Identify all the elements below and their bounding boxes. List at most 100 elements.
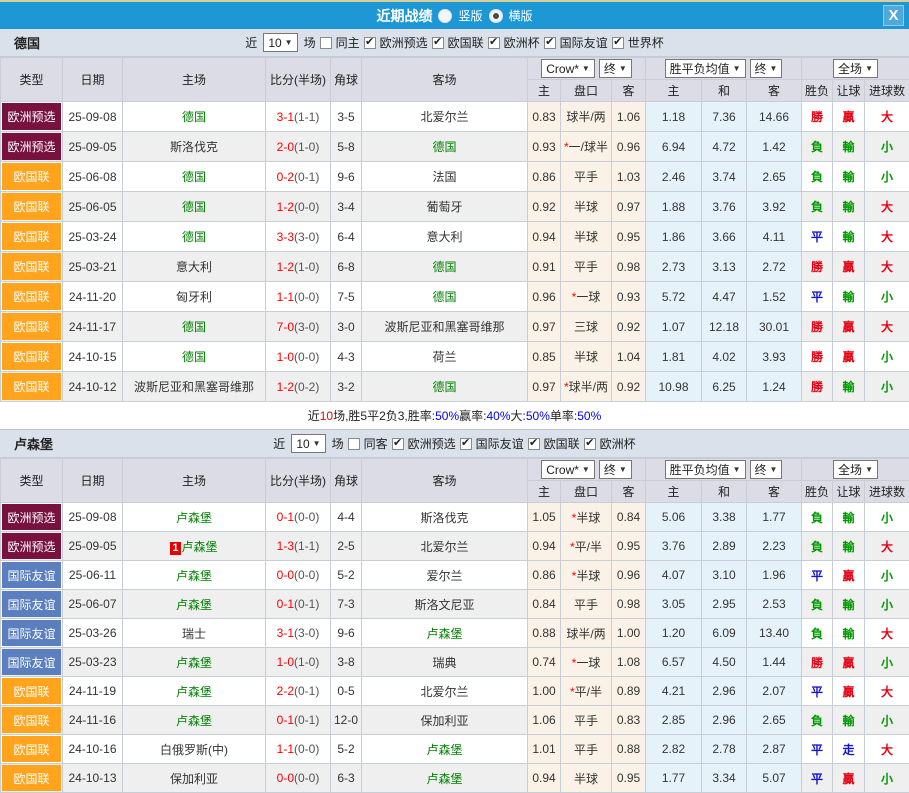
fulltime-score: 0-1: [277, 597, 294, 611]
odds-group-header: 胜平负均值▼终▼: [646, 58, 802, 80]
matches-table: 类型日期主场比分(半场)角球客场Crow*▼终▼胜平负均值▼终▼全场▼主盘口客主…: [0, 458, 909, 793]
odds-group-header: 胜平负均值▼终▼: [646, 459, 802, 481]
home-team-name: 保加利亚: [170, 772, 218, 786]
avg-draw-odds: 2.89: [702, 532, 747, 561]
team-name: 卢森堡: [14, 434, 53, 453]
checkbox[interactable]: [544, 37, 556, 49]
fulltime-score: 0-1: [277, 510, 294, 524]
handicap-cell: 三球: [561, 312, 612, 342]
col-subheader: 让球: [833, 80, 865, 102]
dropdown-label: 胜平负均值: [670, 461, 730, 478]
odds-source-select[interactable]: 胜平负均值▼: [665, 460, 746, 479]
summary-segment: 场,胜5平2负3,: [333, 407, 408, 424]
match-type-cell: 欧洲预选: [1, 132, 63, 162]
result-handicap: 贏: [833, 252, 865, 282]
odds-source-select[interactable]: 终▼: [750, 460, 783, 479]
odds-source-select[interactable]: 胜平负均值▼: [665, 59, 746, 78]
corners-cell: 3-0: [331, 312, 362, 342]
result-goals: 小: [865, 764, 909, 793]
result-handicap: 輸: [833, 372, 865, 402]
recent-count-select[interactable]: 10▼: [263, 33, 297, 52]
checkbox[interactable]: [488, 37, 500, 49]
match-row: 欧国联24-10-16白俄罗斯(中)1-1(0-0)5-2卢森堡1.01平手0.…: [1, 735, 909, 764]
checkbox[interactable]: [612, 37, 624, 49]
odds-source-select[interactable]: Crow*▼: [541, 460, 595, 479]
vertical-layout-radio[interactable]: [438, 9, 452, 23]
home-team-name: 卢森堡: [176, 511, 212, 525]
checkbox[interactable]: [320, 37, 332, 49]
odds-source-select[interactable]: 全场▼: [833, 59, 878, 78]
odds-home: 0.91: [528, 252, 561, 282]
close-icon[interactable]: X: [883, 5, 904, 26]
avg-away-odds: 2.53: [747, 590, 802, 619]
handicap-cell: *一/球半: [561, 132, 612, 162]
result-wdl: 負: [802, 706, 833, 735]
handicap-cell: 平手: [561, 252, 612, 282]
recent-count-select[interactable]: 10▼: [291, 434, 325, 453]
checkbox[interactable]: [460, 438, 472, 450]
away-team-name: 葡萄牙: [426, 200, 462, 214]
horizontal-layout-radio[interactable]: [489, 9, 503, 23]
halftime-score: (3-0): [294, 320, 319, 334]
result-handicap: 輸: [833, 503, 865, 532]
home-team-name: 白俄罗斯(中): [160, 743, 228, 757]
team-name: 德国: [14, 33, 40, 52]
match-row: 欧国联24-10-15德国1-0(0-0)4-3荷兰0.85半球1.041.81…: [1, 342, 909, 372]
avg-away-odds: 1.42: [747, 132, 802, 162]
result-wdl: 勝: [802, 252, 833, 282]
odds-source-select[interactable]: Crow*▼: [541, 59, 595, 78]
checkbox[interactable]: [584, 438, 596, 450]
avg-draw-odds: 3.74: [702, 162, 747, 192]
odds-home: 0.97: [528, 372, 561, 402]
col-header: 日期: [63, 459, 123, 503]
odds-source-select[interactable]: 终▼: [599, 59, 632, 78]
odds-group-header: Crow*▼终▼: [528, 58, 646, 80]
halftime-score: (0-0): [294, 350, 319, 364]
checkbox[interactable]: [348, 438, 360, 450]
result-goals: 大: [865, 619, 909, 648]
odds-source-select[interactable]: 终▼: [599, 460, 632, 479]
halftime-score: (1-0): [294, 140, 319, 154]
corners-cell: 6-4: [331, 222, 362, 252]
horizontal-layout-label[interactable]: 横版: [509, 7, 533, 24]
checkbox[interactable]: [432, 37, 444, 49]
halftime-score: (0-1): [294, 597, 319, 611]
checkbox[interactable]: [364, 37, 376, 49]
away-team: 北爱尔兰: [362, 532, 528, 561]
halftime-score: (0-2): [294, 380, 319, 394]
result-goals: 小: [865, 132, 909, 162]
fulltime-score: 1-3: [277, 539, 294, 553]
checkbox[interactable]: [528, 438, 540, 450]
col-subheader: 主: [528, 481, 561, 503]
handicap-text: 三球: [574, 320, 598, 334]
odds-source-select[interactable]: 全场▼: [833, 460, 878, 479]
vertical-layout-label[interactable]: 竖版: [458, 7, 482, 24]
fulltime-score: 1-0: [277, 655, 294, 669]
avg-home-odds: 6.57: [646, 648, 702, 677]
match-type-badge: 欧洲预选: [2, 504, 61, 530]
dropdown-label: 终: [604, 60, 616, 77]
summary-segment: 40%: [487, 409, 511, 423]
checkbox[interactable]: [392, 438, 404, 450]
avg-draw-odds: 3.76: [702, 192, 747, 222]
score-cell: 0-0(0-0): [266, 561, 331, 590]
match-type-badge: 欧国联: [2, 223, 61, 250]
corners-cell: 2-5: [331, 532, 362, 561]
match-row: 欧国联24-11-16卢森堡0-1(0-1)12-0保加利亚1.06平手0.83…: [1, 706, 909, 735]
match-row: 欧国联24-11-20匈牙利1-1(0-0)7-5德国0.96*一球0.935.…: [1, 282, 909, 312]
match-type-cell: 欧国联: [1, 677, 63, 706]
match-row: 欧国联24-11-17德国7-0(3-0)3-0波斯尼亚和黑塞哥维那0.97三球…: [1, 312, 909, 342]
odds-source-select[interactable]: 终▼: [750, 59, 783, 78]
odds-away: 0.98: [612, 252, 646, 282]
match-date: 24-11-17: [63, 312, 123, 342]
avg-away-odds: 2.23: [747, 532, 802, 561]
chevron-down-icon: ▼: [582, 465, 590, 474]
fulltime-score: 2-0: [277, 140, 294, 154]
away-team-name: 德国: [432, 290, 456, 304]
handicap-text: 一/球半: [569, 140, 608, 154]
halftime-score: (1-0): [294, 260, 319, 274]
avg-home-odds: 4.07: [646, 561, 702, 590]
handicap-cell: *一球: [561, 282, 612, 312]
avg-away-odds: 2.65: [747, 706, 802, 735]
result-handicap: 輸: [833, 162, 865, 192]
